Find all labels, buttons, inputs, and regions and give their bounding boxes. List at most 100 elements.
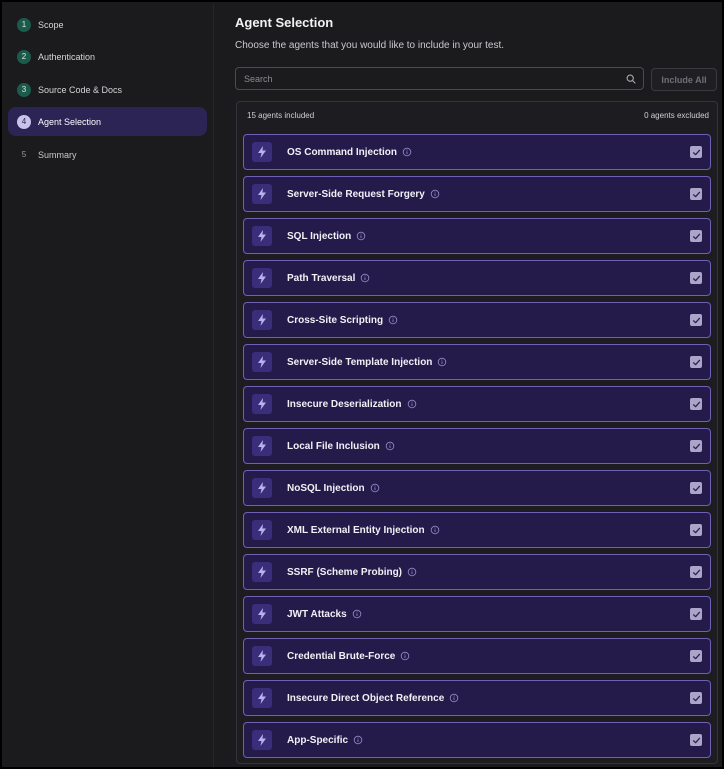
checkmark-icon[interactable]: [690, 650, 702, 662]
lightning-bolt-icon: [252, 142, 272, 162]
info-circle-icon[interactable]: [407, 567, 417, 577]
lightning-bolt-icon: [252, 310, 272, 330]
agent-name: SQL Injection: [287, 230, 352, 242]
lightning-bolt-icon: [252, 730, 272, 750]
info-circle-icon[interactable]: [352, 609, 362, 619]
checkmark-icon[interactable]: [690, 188, 702, 200]
page-subtitle: Choose the agents that you would like to…: [235, 40, 505, 51]
checkmark-icon[interactable]: [690, 314, 702, 326]
info-circle-icon[interactable]: [430, 525, 440, 535]
sidebar-step-summary[interactable]: 5 Summary: [8, 140, 207, 169]
agent-card[interactable]: SSRF (Scheme Probing): [243, 554, 711, 590]
lightning-bolt-icon: [252, 394, 272, 414]
agents-panel: 15 agents included 0 agents excluded OS …: [236, 101, 718, 764]
agent-name: Server-Side Template Injection: [287, 356, 433, 368]
step-number: 4: [17, 114, 31, 129]
lightning-bolt-icon: [252, 352, 272, 372]
agent-name: XML External Entity Injection: [287, 524, 425, 536]
sidebar: 1 Scope 2 Authentication 3 Source Code &…: [4, 4, 214, 767]
info-circle-icon[interactable]: [385, 441, 395, 451]
step-number: 2: [17, 49, 31, 64]
agent-card[interactable]: Credential Brute-Force: [243, 638, 711, 674]
include-all-button[interactable]: Include All: [651, 68, 717, 91]
info-circle-icon[interactable]: [402, 147, 412, 157]
agent-name: Local File Inclusion: [287, 440, 380, 452]
agent-card[interactable]: Cross-Site Scripting: [243, 302, 711, 338]
lightning-bolt-icon: [252, 688, 272, 708]
checkmark-icon[interactable]: [690, 398, 702, 410]
info-circle-icon[interactable]: [407, 399, 417, 409]
search-input[interactable]: [236, 68, 623, 89]
agent-name: Path Traversal: [287, 272, 356, 284]
agent-card[interactable]: Server-Side Request Forgery: [243, 176, 711, 212]
info-circle-icon[interactable]: [356, 231, 366, 241]
lightning-bolt-icon: [252, 436, 272, 456]
agent-card[interactable]: App-Specific: [243, 722, 711, 758]
agent-counts: 15 agents included 0 agents excluded: [237, 102, 717, 128]
step-label: Authentication: [38, 51, 96, 62]
agent-name: Insecure Direct Object Reference: [287, 692, 445, 704]
checkmark-icon[interactable]: [690, 146, 702, 158]
agent-name: SSRF (Scheme Probing): [287, 566, 403, 578]
lightning-bolt-icon: [252, 520, 272, 540]
search-box: [235, 67, 644, 90]
lightning-bolt-icon: [252, 268, 272, 288]
info-circle-icon[interactable]: [437, 357, 447, 367]
agent-card[interactable]: SQL Injection: [243, 218, 711, 254]
sidebar-step-source-code-docs[interactable]: 3 Source Code & Docs: [8, 75, 207, 104]
sidebar-step-authentication[interactable]: 2 Authentication: [8, 42, 207, 71]
sidebar-step-agent-selection[interactable]: 4 Agent Selection: [8, 107, 207, 136]
agent-card[interactable]: JWT Attacks: [243, 596, 711, 632]
agent-card[interactable]: OS Command Injection: [243, 134, 711, 170]
agent-name: Credential Brute-Force: [287, 650, 396, 662]
info-circle-icon[interactable]: [388, 315, 398, 325]
info-circle-icon[interactable]: [449, 693, 459, 703]
lightning-bolt-icon: [252, 604, 272, 624]
checkmark-icon[interactable]: [690, 692, 702, 704]
checkmark-icon[interactable]: [690, 356, 702, 368]
app-frame: 1 Scope 2 Authentication 3 Source Code &…: [0, 0, 724, 769]
agent-card[interactable]: Insecure Direct Object Reference: [243, 680, 711, 716]
step-label: Scope: [38, 19, 64, 30]
lightning-bolt-icon: [252, 226, 272, 246]
step-label: Summary: [38, 149, 77, 160]
agent-name: NoSQL Injection: [287, 482, 365, 494]
lightning-bolt-icon: [252, 646, 272, 666]
checkmark-icon[interactable]: [690, 230, 702, 242]
agent-card[interactable]: XML External Entity Injection: [243, 512, 711, 548]
sidebar-step-scope[interactable]: 1 Scope: [8, 10, 207, 39]
step-number: 3: [17, 82, 31, 97]
agent-name: App-Specific: [287, 734, 349, 746]
agent-card[interactable]: NoSQL Injection: [243, 470, 711, 506]
main-content: Agent Selection Choose the agents that y…: [215, 4, 722, 767]
checkmark-icon[interactable]: [690, 608, 702, 620]
agent-name: OS Command Injection: [287, 146, 398, 158]
checkmark-icon[interactable]: [690, 734, 702, 746]
agent-card[interactable]: Insecure Deserialization: [243, 386, 711, 422]
checkmark-icon[interactable]: [690, 524, 702, 536]
step-label: Source Code & Docs: [38, 84, 123, 95]
lightning-bolt-icon: [252, 184, 272, 204]
agent-card[interactable]: Local File Inclusion: [243, 428, 711, 464]
agent-name: JWT Attacks: [287, 608, 347, 620]
agent-name: Insecure Deserialization: [287, 398, 402, 410]
lightning-bolt-icon: [252, 562, 272, 582]
agent-name: Server-Side Request Forgery: [287, 188, 425, 200]
checkmark-icon[interactable]: [690, 272, 702, 284]
included-count: 15 agents included: [247, 110, 315, 120]
info-circle-icon[interactable]: [360, 273, 370, 283]
info-circle-icon[interactable]: [430, 189, 440, 199]
checkmark-icon[interactable]: [690, 566, 702, 578]
info-circle-icon[interactable]: [353, 735, 363, 745]
excluded-count: 0 agents excluded: [644, 110, 709, 120]
agent-card[interactable]: Path Traversal: [243, 260, 711, 296]
agent-name: Cross-Site Scripting: [287, 314, 384, 326]
agent-card[interactable]: Server-Side Template Injection: [243, 344, 711, 380]
step-number: 5: [21, 150, 27, 159]
checkmark-icon[interactable]: [690, 482, 702, 494]
info-circle-icon[interactable]: [370, 483, 380, 493]
checkmark-icon[interactable]: [690, 440, 702, 452]
search-icon[interactable]: [623, 71, 639, 87]
info-circle-icon[interactable]: [400, 651, 410, 661]
page-title: Agent Selection: [235, 15, 334, 30]
